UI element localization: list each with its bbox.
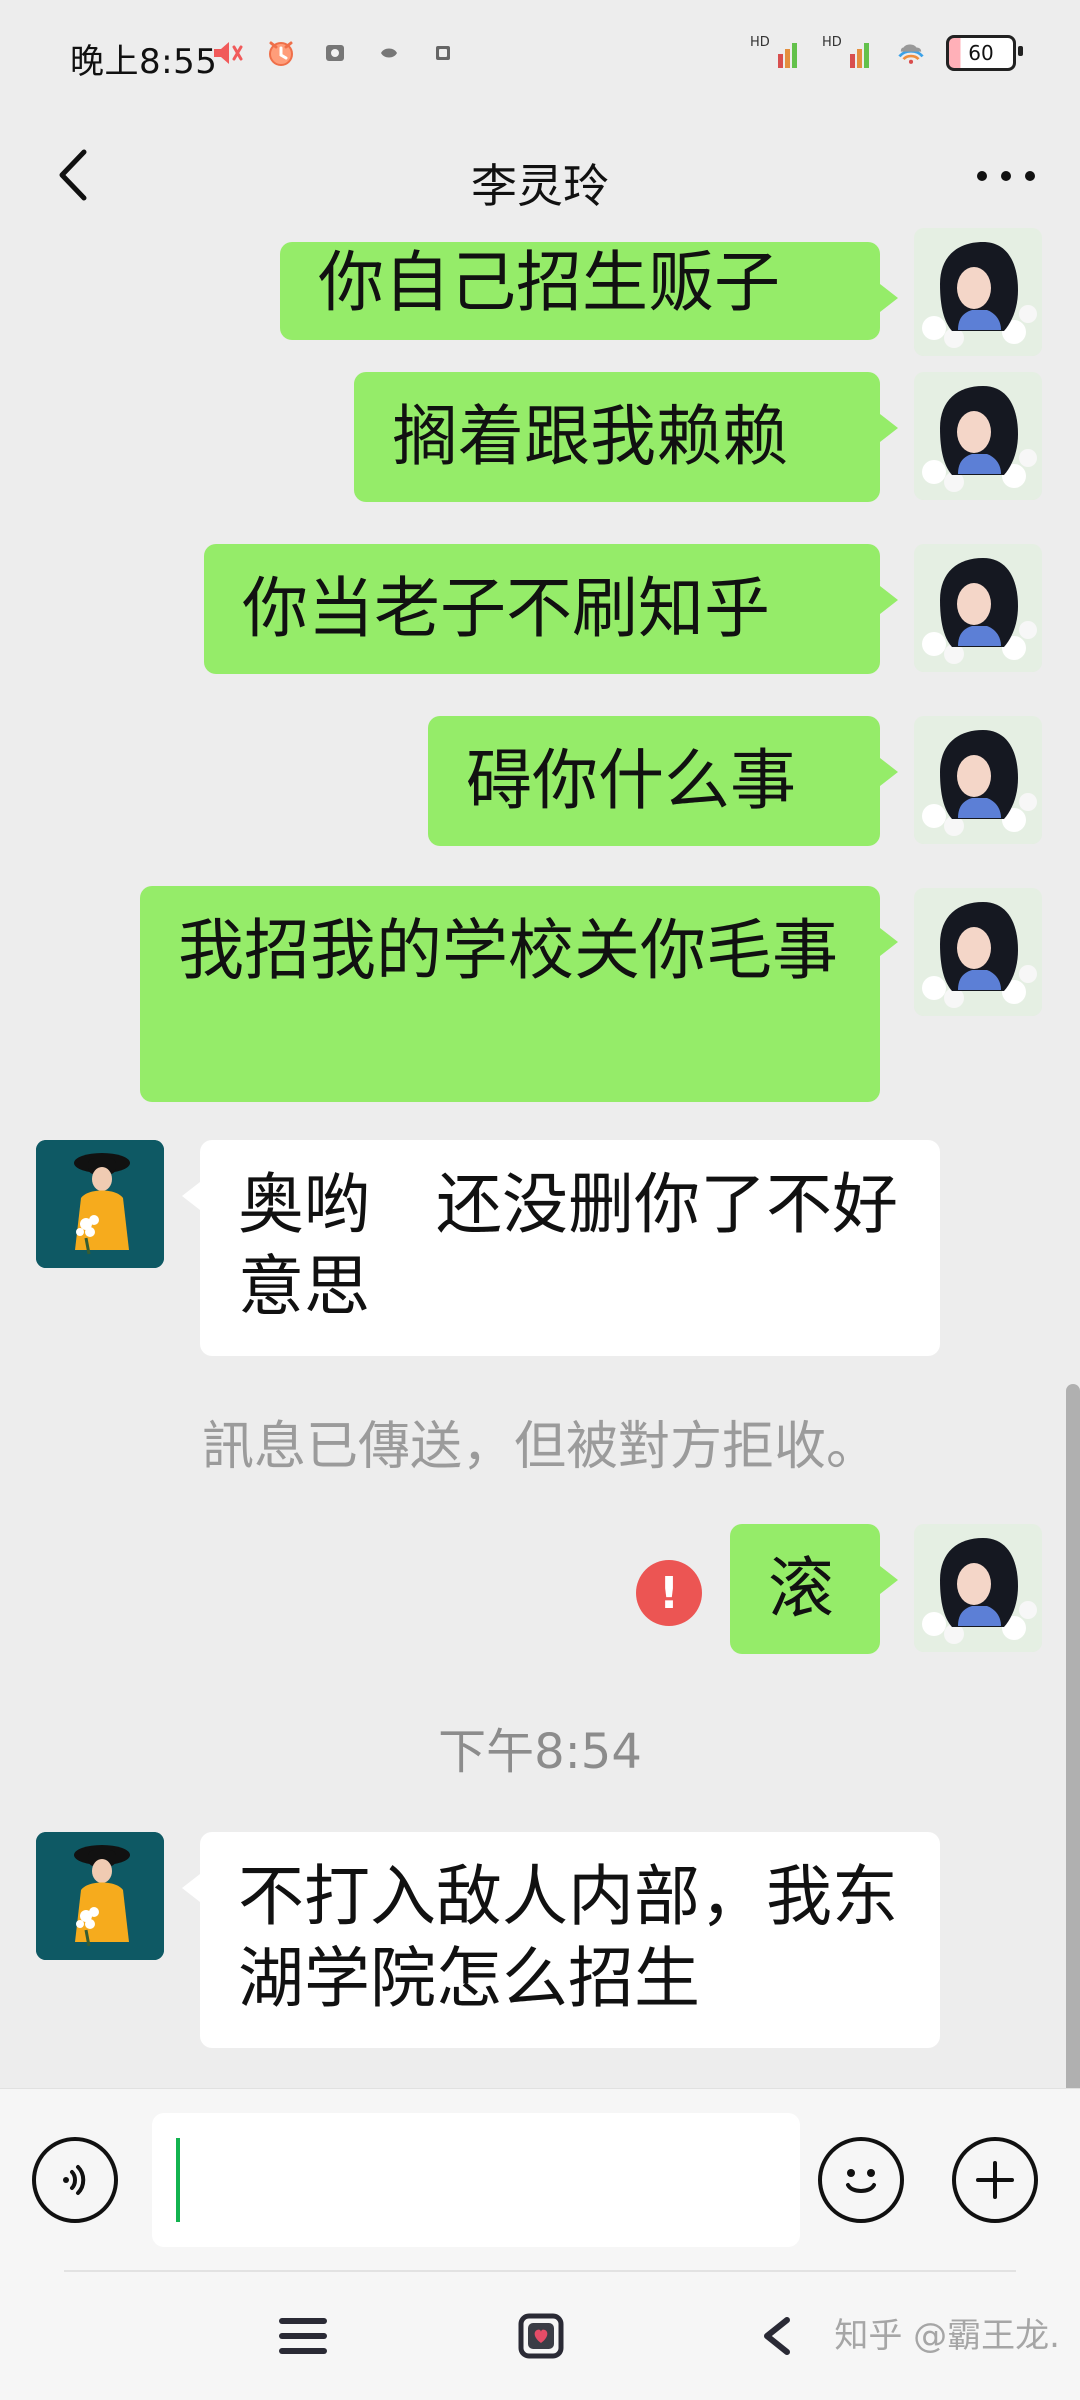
message-text-1: 你自己招生贩子 bbox=[318, 244, 780, 321]
plus-button[interactable] bbox=[952, 2137, 1038, 2223]
message-text-4: 碍你什么事 bbox=[466, 742, 796, 819]
home-button[interactable] bbox=[506, 2306, 576, 2366]
message-text-5: 我招我的学校关你毛事 bbox=[178, 912, 838, 989]
text-cursor bbox=[176, 2138, 180, 2222]
self-avatar[interactable] bbox=[914, 1524, 1042, 1652]
contact-avatar[interactable] bbox=[36, 1832, 164, 1960]
system-back-button[interactable] bbox=[742, 2306, 812, 2366]
self-avatar[interactable] bbox=[914, 888, 1042, 1016]
message-text-8: 不打入敌人内部，我东湖学院怎么招生 bbox=[238, 1858, 898, 2017]
status-time: 晚上8:55 bbox=[70, 42, 218, 82]
message-bubble-7[interactable]: 滚 bbox=[730, 1524, 898, 1654]
message-bubble-3[interactable]: 你当老子不刷知乎 bbox=[204, 544, 898, 674]
timestamp: 下午8:54 bbox=[438, 1724, 642, 1780]
more-button[interactable] bbox=[966, 146, 1046, 206]
status-right: HD HD 60 bbox=[750, 34, 1023, 72]
mute-icon bbox=[210, 36, 244, 70]
message-text-6: 奥哟 还没删你了不好意思 bbox=[238, 1166, 898, 1325]
contact-avatar[interactable] bbox=[36, 1140, 164, 1268]
signal-icon-1: HD bbox=[750, 34, 804, 72]
emoji-icon bbox=[846, 2169, 876, 2193]
chat-header: 李灵玲 bbox=[0, 112, 1080, 242]
wifi-cloud-icon bbox=[894, 36, 928, 70]
message-bubble-8[interactable]: 不打入敌人内部，我东湖学院怎么招生 bbox=[182, 1832, 940, 2048]
message-input-bar bbox=[0, 2088, 1080, 2271]
alarm-icon bbox=[264, 36, 298, 70]
message-input[interactable] bbox=[152, 2113, 800, 2247]
voice-button[interactable] bbox=[32, 2137, 118, 2223]
message-text-2: 搁着跟我赖赖 bbox=[392, 398, 788, 475]
home-icon bbox=[518, 2313, 564, 2359]
error-icon[interactable]: ! bbox=[636, 1560, 702, 1626]
chat-area[interactable]: 你自己招生贩子 搁着跟我赖赖 你当老子不刷知乎 碍你什么事 我招我的学校关你毛事… bbox=[0, 228, 1080, 2324]
voice-icon bbox=[63, 2165, 86, 2195]
menu-button[interactable] bbox=[268, 2306, 338, 2366]
more-icon bbox=[977, 171, 1035, 181]
notification-icon-1 bbox=[318, 36, 352, 70]
svg-text:HD: HD bbox=[750, 35, 770, 50]
self-avatar[interactable] bbox=[914, 372, 1042, 500]
message-bubble-4[interactable]: 碍你什么事 bbox=[428, 716, 898, 846]
notification-icon-2 bbox=[372, 36, 406, 70]
svg-text:HD: HD bbox=[822, 35, 842, 50]
message-bubble-6[interactable]: 奥哟 还没删你了不好意思 bbox=[182, 1140, 940, 1356]
chat-screen: 晚上8:55 HD HD 60 李灵玲 你自己招生贩子 搁着跟我赖赖 你当老子不… bbox=[0, 0, 1080, 2400]
system-notice: 訊息已傳送，但被對方拒收。 bbox=[201, 1417, 878, 1477]
signal-icon-2: HD bbox=[822, 34, 876, 72]
message-bubble-5[interactable]: 我招我的学校关你毛事 bbox=[140, 886, 898, 1102]
chat-title: 李灵玲 bbox=[471, 159, 609, 213]
nav-divider bbox=[64, 2270, 1016, 2272]
message-text-7: 滚 bbox=[768, 1550, 834, 1627]
nav-back-icon bbox=[764, 2317, 790, 2355]
notification-icon-3 bbox=[426, 36, 460, 70]
status-bar: 晚上8:55 HD HD 60 bbox=[0, 0, 1080, 112]
status-left-icons bbox=[210, 36, 460, 70]
message-bubble-1[interactable]: 你自己招生贩子 bbox=[280, 242, 898, 340]
watermark: 知乎 @霸王龙. bbox=[834, 2316, 1060, 2356]
menu-icon bbox=[279, 2318, 327, 2354]
battery-level: 60 bbox=[968, 41, 994, 65]
self-avatar[interactable] bbox=[914, 228, 1042, 356]
battery-indicator: 60 bbox=[946, 35, 1023, 71]
self-avatar[interactable] bbox=[914, 716, 1042, 844]
message-bubble-2[interactable]: 搁着跟我赖赖 bbox=[354, 372, 898, 502]
plus-icon bbox=[976, 2161, 1014, 2199]
self-avatar[interactable] bbox=[914, 544, 1042, 672]
emoji-button[interactable] bbox=[818, 2137, 904, 2223]
message-text-3: 你当老子不刷知乎 bbox=[242, 570, 770, 647]
